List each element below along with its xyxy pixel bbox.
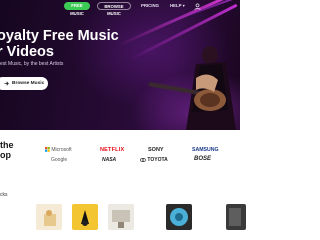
trusted-heading-line2: op [0, 150, 11, 160]
tracks-section-title: cks [0, 192, 8, 198]
track-card-4[interactable] [166, 204, 192, 230]
arrow-right-icon [4, 81, 9, 86]
top-nav: FREE MUSIC BROWSE MUSIC PRICING HELP ▾ [0, 2, 240, 16]
sony-logo: SONY [148, 147, 164, 153]
album-art [44, 210, 56, 226]
album-art [81, 210, 89, 226]
netflix-logo: NETFLIX [100, 147, 125, 153]
free-music-button[interactable]: FREE MUSIC [64, 2, 90, 16]
free-music-label: FREE MUSIC [70, 3, 84, 16]
album-art [229, 208, 241, 226]
microsoft-squares-icon [45, 147, 50, 152]
track-card-2[interactable] [72, 204, 98, 230]
track-card-5[interactable] [226, 204, 246, 230]
hero-title-line1: oyalty Free Music [0, 28, 119, 44]
browse-music-nav-label: BROWSE MUSIC [104, 4, 124, 16]
microsoft-logo: Microsoft [45, 147, 72, 153]
help-label: HELP [170, 3, 182, 8]
profile-icon[interactable] [194, 3, 201, 10]
track-card-3[interactable] [108, 204, 134, 230]
google-logo: Google [51, 157, 68, 163]
bose-logo: BOSE [194, 156, 212, 162]
trusted-heading-line1: the [0, 140, 14, 150]
toyota-logo: TOYOTA [139, 157, 168, 163]
album-art [170, 208, 188, 226]
help-link[interactable]: HELP ▾ [170, 2, 185, 10]
toyota-emblem-icon [139, 157, 147, 162]
nasa-logo: NASA [102, 157, 117, 163]
browse-music-nav-button[interactable]: BROWSE MUSIC [97, 2, 131, 16]
browse-music-button[interactable]: Browse Music [0, 77, 48, 90]
pricing-link[interactable]: PRICING [141, 2, 159, 10]
microsoft-label: Microsoft [51, 147, 72, 153]
hero-banner: FREE MUSIC BROWSE MUSIC PRICING HELP ▾ o… [0, 0, 240, 130]
hero-subtitle: est Music, by the best Artists [0, 61, 64, 67]
toyota-label: TOYOTA [147, 157, 168, 163]
chevron-down-icon: ▾ [182, 3, 185, 8]
samsung-logo: SAMSUNG [192, 147, 219, 153]
track-card-1[interactable] [36, 204, 62, 230]
browse-music-label: Browse Music [12, 81, 45, 86]
hero-title-line2: r Videos [0, 44, 54, 60]
album-art [112, 210, 130, 228]
